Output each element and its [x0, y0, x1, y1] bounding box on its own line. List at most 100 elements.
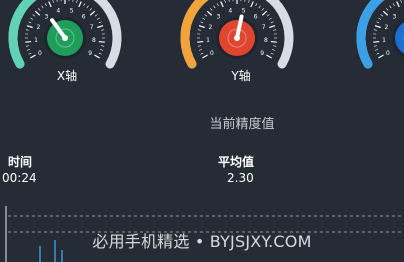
gauge-tick-label: 1 [382, 37, 386, 44]
z-axis-gauge: 0123456789 [348, 0, 404, 80]
gauge-tick [52, 0, 54, 3]
gauge-tick [224, 0, 226, 3]
gauge-tick-label: 0 [38, 50, 42, 57]
gauge-tick-label: 2 [384, 24, 388, 31]
gauge-tick [198, 49, 202, 51]
gauge-tick [255, 3, 258, 7]
gauge-tick-label: 9 [88, 50, 92, 57]
gauge-tick [270, 21, 274, 24]
gauge-tick [268, 17, 272, 20]
gauge-tick [373, 45, 377, 47]
gauge-tick [94, 14, 98, 17]
gauge-tick-label: 0 [210, 50, 214, 57]
gauge-tick [197, 29, 201, 31]
gauge-tick [261, 10, 268, 16]
watermark-text: 必用手机精选 • BYJSJXY.COM [92, 232, 312, 251]
gauge-tick [200, 52, 204, 55]
gauge-tick-label: 0 [386, 50, 390, 57]
gauge-tick [210, 8, 213, 11]
gauge-tick [83, 3, 86, 7]
gauge-tick-label: 7 [262, 24, 266, 31]
gauge-tick [376, 21, 380, 24]
time-value: 00:24 [2, 171, 37, 185]
gauge-tick [34, 10, 41, 16]
gauge-tick [269, 25, 276, 29]
gauge-tick [374, 25, 381, 29]
gauge-hub [62, 35, 68, 41]
gauge-tick [266, 14, 270, 17]
gauge-tick [228, 0, 230, 2]
gauge-tick [373, 40, 380, 43]
gauge-tick [266, 54, 272, 59]
gauge-tick [376, 52, 380, 55]
gauge-tick-label: 6 [254, 13, 258, 20]
gauge-tick [248, 0, 250, 3]
gauge-tick [396, 1, 400, 8]
gauge-tick [200, 21, 204, 24]
gauge-tick [30, 54, 36, 59]
gauge-tick [400, 0, 402, 3]
gauge-tick [100, 49, 104, 51]
gauge-tick [101, 29, 105, 31]
gauge-tick [198, 25, 205, 29]
gauge-tick [26, 49, 30, 51]
gauge-tick-label: 4 [56, 7, 60, 14]
gauge-tick [41, 5, 44, 9]
gauge-tick [373, 29, 377, 31]
gauge-tick-label: 9 [260, 50, 264, 57]
gauge-tick-label: 8 [264, 37, 268, 44]
gauge-tick-label: 5 [242, 7, 246, 14]
gauge-tick-label: 7 [90, 24, 94, 31]
gauge-tick-label: 5 [70, 7, 74, 14]
gauge-tick [38, 8, 41, 11]
gauge-tick-label: 1 [206, 37, 210, 44]
gauge-tick [48, 1, 52, 8]
gauge-tick-label: 3 [44, 13, 48, 20]
gauge-tick [378, 17, 382, 20]
z-axis-gauge-dial: 0123456789 [356, 0, 404, 69]
accuracy-screen: 0123456789 X轴 0123456789 Y轴 0123456789 当… [0, 0, 404, 262]
gauge-tick [89, 8, 92, 11]
gauge-tick [197, 45, 201, 47]
gauge-hub [234, 35, 240, 41]
gauge-tick [202, 54, 208, 59]
gauge-tick-label: 3 [216, 13, 220, 20]
gauge-tick-label: 2 [36, 24, 40, 31]
average-label: 平均值 [218, 155, 255, 169]
time-label: 时间 [8, 155, 33, 169]
gauge-tick [76, 0, 78, 3]
gauge-tick [28, 21, 32, 24]
gauge-tick [378, 54, 384, 59]
gauge-tick [204, 14, 208, 17]
gauge-tick [270, 52, 274, 55]
gauge-tick [250, 1, 254, 8]
gauge-tick [389, 5, 392, 9]
gauge-tick-label: 1 [34, 37, 38, 44]
gauge-tick [213, 5, 216, 9]
gauge-tick [258, 5, 261, 9]
gauge-tick-label: 4 [228, 7, 232, 14]
gauge-tick [94, 54, 100, 59]
gauge-tick [86, 5, 89, 9]
gauge-tick [202, 17, 206, 20]
gauge-tick [72, 0, 74, 2]
gauge-tick [78, 1, 82, 8]
gauge-tick [25, 45, 29, 47]
gauge-tick [270, 40, 277, 43]
gauge-tick [382, 10, 389, 16]
gauge-tick [273, 45, 277, 47]
gauge-tick-label: 8 [92, 37, 96, 44]
gauge-tick-label: 6 [82, 13, 86, 20]
gauge-tick [32, 14, 36, 17]
gauge-tick [216, 3, 219, 7]
gauge-tick [25, 29, 29, 31]
gauge-tick [374, 49, 378, 51]
precision-section-title: 当前精度值 [209, 117, 275, 132]
gauge-tick-label: 3 [392, 13, 396, 20]
gauge-tick [56, 0, 58, 2]
gauge-tick [244, 0, 246, 2]
gauge-tick [26, 25, 33, 29]
gauge-tick [89, 10, 96, 16]
y-axis-label: Y轴 [231, 69, 251, 83]
gauge-tick [101, 45, 105, 47]
